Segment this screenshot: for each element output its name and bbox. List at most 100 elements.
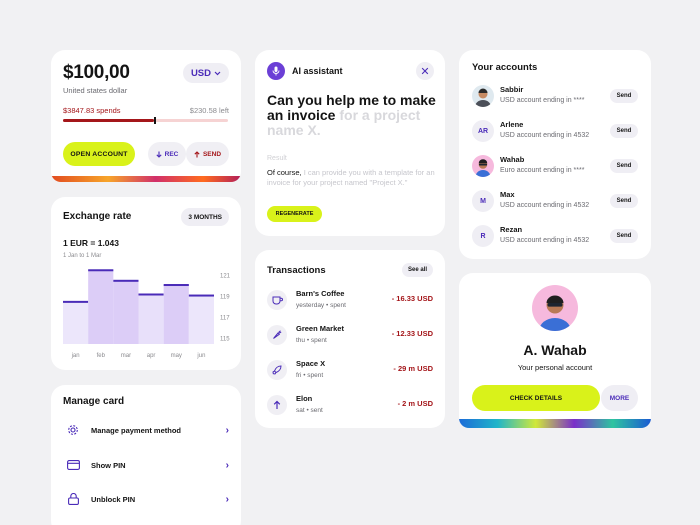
chart-bar-may: [163, 285, 189, 344]
avatar: [472, 85, 494, 107]
chart-bar-cap-apr: [138, 293, 164, 296]
transaction-name: Space X: [296, 359, 326, 368]
chevron-down-icon: [214, 71, 221, 75]
send-button[interactable]: Send: [610, 159, 638, 173]
chart-bar-apr: [138, 294, 164, 344]
card-icon: [63, 460, 83, 470]
y-tick-label: 117: [220, 316, 230, 322]
carrot-icon: [267, 325, 287, 345]
profile-subtitle: Your personal account: [517, 363, 593, 372]
account-row[interactable]: Sabbir USD account ending in **** Send: [472, 84, 638, 108]
spend-progress-bar: [63, 117, 228, 124]
microphone-icon[interactable]: [267, 62, 285, 80]
account-row[interactable]: AR Arlene USD account ending in 4532 Sen…: [472, 119, 638, 143]
transaction-row[interactable]: Barn's Coffee yesterday • spent - 16.33 …: [267, 288, 433, 312]
regenerate-button[interactable]: REGENERATE: [267, 206, 322, 222]
account-row[interactable]: Wahab Euro account ending in **** Send: [472, 154, 638, 178]
currency-code: USD: [190, 67, 211, 79]
left-text: $230.58 left: [189, 106, 229, 115]
coffee-icon: [267, 290, 287, 310]
x-tick-label: mar: [121, 353, 131, 359]
transaction-meta: sat • sent: [296, 407, 323, 414]
send-button[interactable]: Send: [610, 124, 638, 138]
currency-name: United states dollar: [63, 86, 128, 95]
account-row[interactable]: R Rezan USD account ending in 4532 Send: [472, 224, 638, 248]
y-tick-label: 115: [220, 337, 230, 343]
y-tick-label: 119: [220, 295, 230, 301]
transaction-row[interactable]: Green Market thu • spent - 12.33 USD: [267, 323, 433, 347]
rocket-icon: [267, 360, 287, 380]
check-details-button[interactable]: CHECK DETAILS: [472, 385, 600, 411]
open-account-button[interactable]: OPEN ACCOUNT: [63, 142, 135, 166]
avatar: [532, 285, 578, 331]
ai-result-label: Result: [267, 155, 287, 162]
account-name: Arlene: [500, 120, 524, 129]
lock-icon: [63, 493, 83, 505]
spends-text: $3847.83 spends: [63, 106, 121, 115]
your-accounts-card: Your accounts Sabbir USD account ending …: [459, 50, 651, 259]
account-row[interactable]: M Max USD account ending in 4532 Send: [472, 189, 638, 213]
show-pin-item[interactable]: Show PIN ›: [63, 455, 229, 475]
avatar: M: [472, 190, 494, 212]
more-button[interactable]: MORE: [601, 385, 638, 411]
transaction-name: Barn's Coffee: [296, 289, 345, 298]
chart-bar-cap-mar: [113, 279, 139, 282]
avatar: [472, 155, 494, 177]
ai-assistant-card: AI assistant ✕ Can you help me to make a…: [255, 50, 445, 236]
currency-selector[interactable]: USD: [182, 63, 229, 83]
close-icon[interactable]: ✕: [416, 62, 434, 80]
chart-bar-cap-feb: [88, 269, 114, 272]
transaction-row[interactable]: Elon sat • sent - 2 m USD: [267, 393, 433, 417]
account-desc: USD account ending in 4532: [500, 237, 590, 244]
manage-card-panel: Manage card Manage payment method › Show…: [51, 385, 241, 525]
balance-card: $100,00 United states dollar USD $3847.8…: [51, 50, 241, 182]
manage-item-label: Manage payment method: [91, 425, 182, 435]
receive-button[interactable]: REC: [148, 142, 186, 166]
arrow-down-icon: [156, 151, 162, 158]
x-tick-label: jan: [71, 353, 80, 359]
account-name: Max: [500, 190, 515, 199]
transaction-meta: thu • spent: [296, 337, 327, 344]
x-tick-label: apr: [147, 353, 156, 359]
send-button[interactable]: Send: [610, 194, 638, 208]
account-desc: USD account ending in 4532: [500, 132, 590, 139]
send-button[interactable]: Send: [610, 229, 638, 243]
x-tick-label: jun: [196, 353, 205, 359]
transactions-title: Transactions: [267, 265, 326, 276]
chart-bar-jan: [63, 301, 89, 344]
exchange-rate-card: Exchange rate 3 MONTHS 1 EUR = 1.043 1 J…: [51, 197, 241, 370]
send-button[interactable]: SEND: [186, 142, 229, 166]
transaction-amount: - 2 m USD: [397, 399, 433, 408]
transaction-meta: yesterday • spent: [296, 302, 346, 309]
chart-bar-mar: [113, 280, 139, 344]
chart-bar-cap-jun: [188, 294, 214, 297]
spend-progress-marker: [153, 117, 156, 124]
arrow-up-icon: [267, 395, 287, 415]
chart-bar-jun: [188, 295, 214, 344]
see-all-button[interactable]: See all: [401, 263, 433, 277]
x-tick-label: feb: [97, 353, 106, 359]
decorative-gradient-strip: [459, 419, 651, 428]
account-desc: Euro account ending in ****: [500, 167, 585, 174]
manage-card-title: Manage card: [63, 396, 125, 407]
account-desc: USD account ending in ****: [500, 97, 585, 104]
decorative-gradient-strip: [51, 176, 241, 182]
y-tick-label: 121: [220, 274, 231, 280]
chart-bar-cap-jan: [63, 300, 89, 303]
ai-assistant-title: AI assistant: [292, 66, 343, 76]
transaction-name: Elon: [296, 394, 313, 403]
receive-label: REC: [164, 150, 179, 158]
transaction-meta: fri • spent: [296, 372, 324, 379]
send-button[interactable]: Send: [610, 89, 638, 103]
avatar: AR: [472, 120, 494, 142]
transaction-row[interactable]: Space X fri • spent - 29 m USD: [267, 358, 433, 382]
unblock-pin-item[interactable]: Unblock PIN ›: [63, 489, 229, 509]
chevron-right-icon: ›: [225, 493, 229, 505]
manage-payment-method-item[interactable]: Manage payment method ›: [63, 420, 229, 440]
avatar: R: [472, 225, 494, 247]
transaction-amount: - 29 m USD: [393, 364, 433, 373]
send-label: SEND: [202, 150, 222, 158]
transaction-name: Green Market: [296, 324, 344, 333]
manage-item-label: Show PIN: [91, 460, 126, 470]
arrow-up-icon: [194, 150, 200, 157]
